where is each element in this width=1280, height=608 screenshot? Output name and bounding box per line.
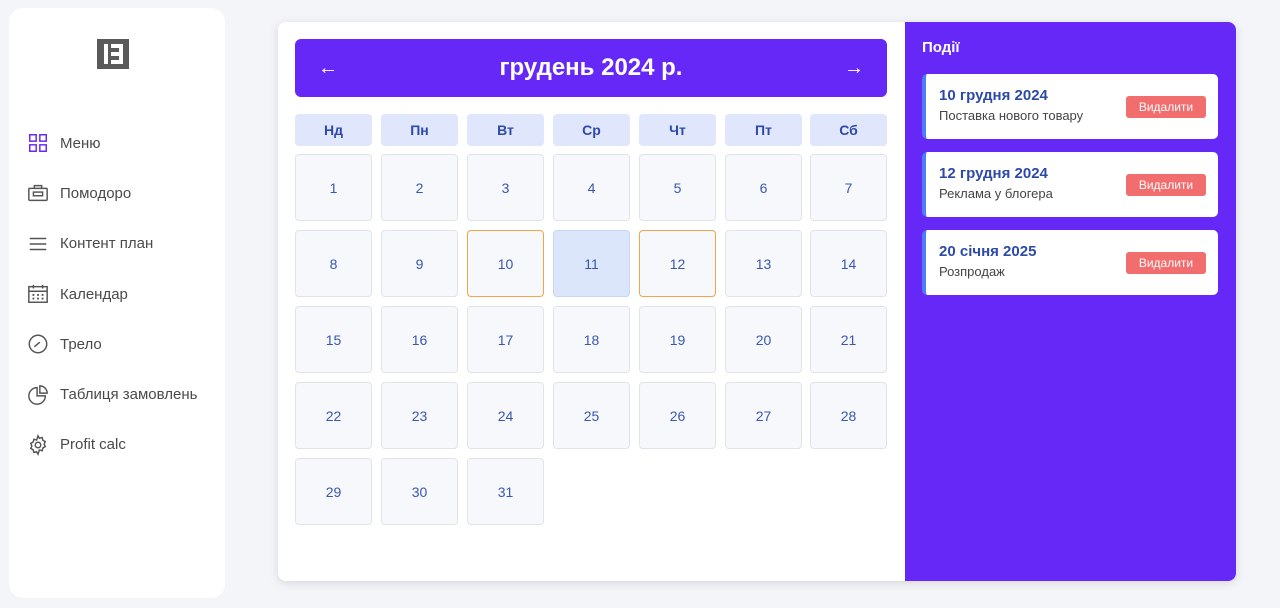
calendar-day[interactable]: 30	[381, 458, 458, 525]
sidebar-item-label: Трело	[60, 335, 102, 353]
sidebar-item-pomodoro[interactable]: Помодоро	[27, 168, 217, 218]
event-date: 10 грудня 2024	[939, 87, 1048, 104]
sidebar-item-trello[interactable]: Трело	[27, 319, 217, 369]
event-description: Поставка нового товару	[939, 108, 1084, 123]
calendar-day[interactable]: 21	[810, 306, 887, 373]
calendar-day[interactable]: 16	[381, 306, 458, 373]
calendar-day[interactable]: 31	[467, 458, 544, 525]
sidebar-item-label: Таблиця замовлень	[60, 386, 198, 404]
delete-event-button[interactable]: Видалити	[1126, 252, 1206, 274]
event-date: 20 січня 2025	[939, 243, 1037, 260]
calendar-day[interactable]: 22	[295, 382, 372, 449]
sidebar-item-label: Календар	[60, 285, 128, 303]
sidebar-item-label: Меню	[60, 134, 101, 152]
sidebar-item-profit-calc[interactable]: Profit calc	[27, 420, 217, 470]
sidebar-item-orders-table[interactable]: Таблиця замовлень	[27, 369, 217, 419]
weekday-label: Сб	[810, 114, 887, 146]
prev-month-button[interactable]: ←	[317, 57, 339, 80]
grid-icon	[27, 132, 49, 154]
calendar-day[interactable]: 26	[639, 382, 716, 449]
weekday-label: Вт	[467, 114, 544, 146]
sidebar: Меню Помодоро Контент план Календар Трел…	[9, 8, 225, 598]
event-card: 10 грудня 2024 Поставка нового товару Ви…	[922, 74, 1218, 139]
calendar-day[interactable]: 5	[639, 154, 716, 221]
briefcase-icon	[27, 182, 49, 204]
calendar-day[interactable]: 23	[381, 382, 458, 449]
delete-event-button[interactable]: Видалити	[1126, 96, 1206, 118]
calendar-day[interactable]: 7	[810, 154, 887, 221]
calendar-day[interactable]: 17	[467, 306, 544, 373]
calendar-day[interactable]: 18	[553, 306, 630, 373]
menu-lines-icon	[27, 233, 49, 255]
weekday-header-row: Нд Пн Вт Ср Чт Пт Сб	[295, 114, 887, 146]
event-card: 20 січня 2025 Розпродаж Видалити	[922, 230, 1218, 295]
calendar-day[interactable]: 27	[725, 382, 802, 449]
sidebar-item-menu[interactable]: Меню	[27, 118, 217, 168]
logo-icon[interactable]	[97, 39, 129, 69]
calendar-day[interactable]: 10	[467, 230, 544, 297]
calendar-day[interactable]: 20	[725, 306, 802, 373]
calendar-day[interactable]: 9	[381, 230, 458, 297]
calendar-day[interactable]: 8	[295, 230, 372, 297]
weekday-label: Пт	[725, 114, 802, 146]
gear-icon	[27, 433, 49, 456]
days-grid: 1 2 3 4 5 6 7 8 9 10 11 12 13 14 15 16 17 18 19 20 21 22 23 24 2…	[295, 154, 887, 526]
calendar-day[interactable]: 14	[810, 230, 887, 297]
calendar-day[interactable]: 29	[295, 458, 372, 525]
month-title: грудень 2024 р.	[499, 54, 683, 81]
calendar-day[interactable]: 13	[725, 230, 802, 297]
calendar-day[interactable]: 3	[467, 154, 544, 221]
calendar-day[interactable]: 12	[639, 230, 716, 297]
event-date: 12 грудня 2024	[939, 165, 1048, 182]
calendar-day[interactable]: 15	[295, 306, 372, 373]
calendar-day[interactable]: 19	[639, 306, 716, 373]
calendar-panel: ← грудень 2024 р. → Нд Пн Вт Ср Чт Пт Сб…	[278, 22, 1236, 581]
sidebar-nav: Меню Помодоро Контент план Календар Трел…	[27, 118, 217, 470]
calendar-icon	[27, 283, 49, 305]
event-description: Розпродаж	[939, 264, 1005, 279]
events-title: Події	[922, 39, 960, 56]
event-card: 12 грудня 2024 Реклама у блогера Видалит…	[922, 152, 1218, 217]
calendar-day[interactable]: 11	[553, 230, 630, 297]
sidebar-item-content-plan[interactable]: Контент план	[27, 219, 217, 269]
calendar-day[interactable]: 6	[725, 154, 802, 221]
calendar-day[interactable]: 24	[467, 382, 544, 449]
event-description: Реклама у блогера	[939, 186, 1053, 201]
next-month-button[interactable]: →	[843, 57, 865, 80]
sidebar-item-calendar[interactable]: Календар	[27, 269, 217, 319]
sidebar-item-label: Контент план	[60, 235, 154, 253]
weekday-label: Нд	[295, 114, 372, 146]
weekday-label: Пн	[381, 114, 458, 146]
pie-chart-icon	[27, 384, 49, 406]
calendar-day[interactable]: 28	[810, 382, 887, 449]
check-circle-icon	[27, 333, 49, 355]
delete-event-button[interactable]: Видалити	[1126, 174, 1206, 196]
calendar-day[interactable]: 2	[381, 154, 458, 221]
events-panel: Події 10 грудня 2024 Поставка нового тов…	[905, 22, 1236, 581]
calendar-day[interactable]: 1	[295, 154, 372, 221]
sidebar-item-label: Profit calc	[60, 436, 126, 454]
weekday-label: Чт	[639, 114, 716, 146]
month-header: ← грудень 2024 р. →	[295, 39, 887, 97]
calendar-day[interactable]: 25	[553, 382, 630, 449]
weekday-label: Ср	[553, 114, 630, 146]
sidebar-item-label: Помодоро	[60, 184, 132, 202]
calendar-day[interactable]: 4	[553, 154, 630, 221]
